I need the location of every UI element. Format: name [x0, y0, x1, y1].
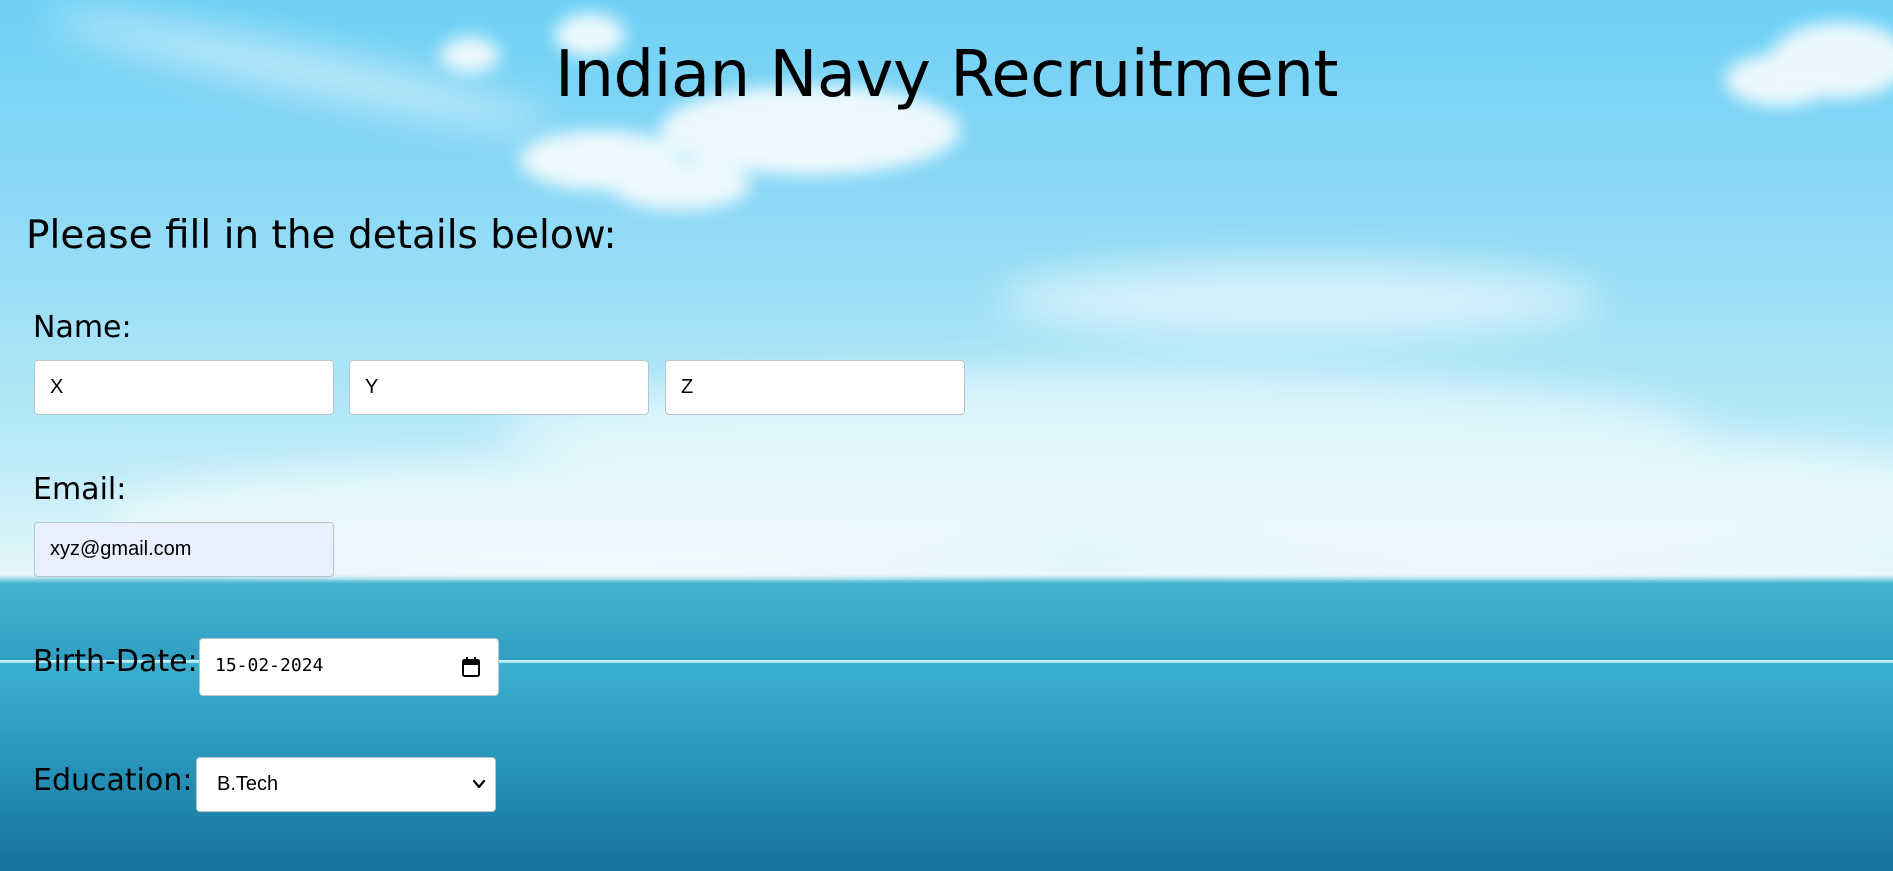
- name-label: Name:: [33, 310, 132, 345]
- calendar-icon[interactable]: [462, 657, 480, 677]
- form-instructions: Please fill in the details below:: [26, 213, 617, 258]
- email-value: xyz@gmail.com: [50, 538, 192, 560]
- middle-name-value: Y: [365, 376, 379, 398]
- birth-date-value: 15-02-2024: [215, 655, 324, 676]
- birth-date-input[interactable]: 15-02-2024: [199, 638, 499, 696]
- middle-name-input[interactable]: Y: [349, 360, 649, 415]
- first-name-value: X: [50, 376, 64, 398]
- last-name-input[interactable]: Z: [665, 360, 965, 415]
- first-name-input[interactable]: X: [34, 360, 334, 415]
- education-selected-value: B.Tech: [217, 773, 279, 795]
- education-select[interactable]: B.Tech: [196, 757, 496, 812]
- page-title: Indian Navy Recruitment: [555, 38, 1338, 112]
- education-label: Education:: [33, 763, 193, 798]
- email-label: Email:: [33, 472, 127, 507]
- last-name-value: Z: [681, 376, 694, 398]
- chevron-down-icon: [472, 779, 486, 789]
- birth-date-label: Birth-Date:: [33, 644, 198, 679]
- email-input[interactable]: xyz@gmail.com: [34, 522, 334, 577]
